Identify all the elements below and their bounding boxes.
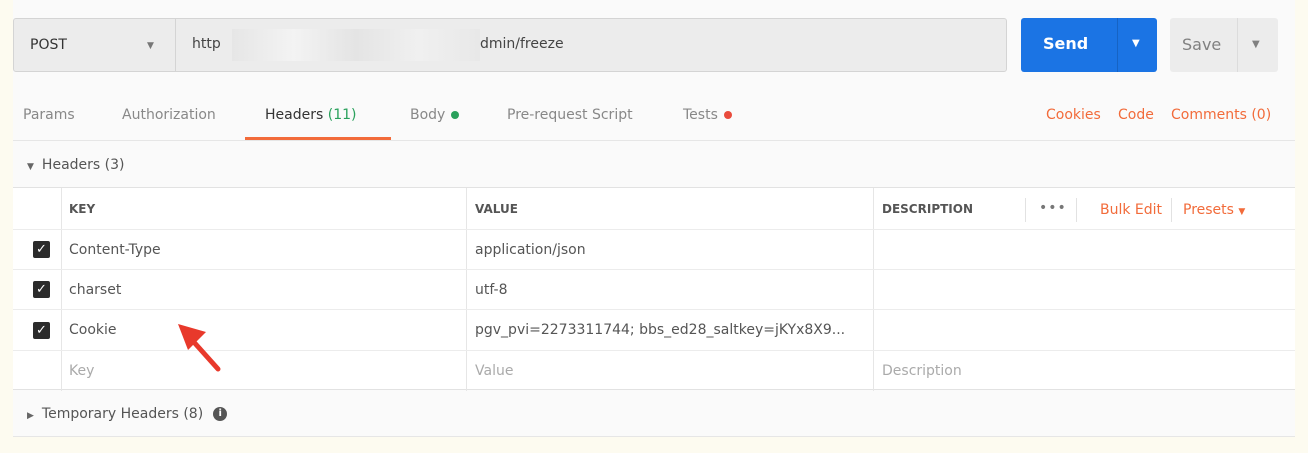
tests-status-dot: [723, 111, 732, 119]
save-button[interactable]: Save ▼: [1170, 18, 1278, 72]
tab-tests[interactable]: Tests: [683, 107, 732, 123]
presets-label: Presets: [1183, 202, 1234, 218]
cookies-link[interactable]: Cookies: [1046, 107, 1101, 123]
request-panel: POST ▼ http dmin/freeze Send ▼ Save ▼ Pa…: [13, 0, 1295, 437]
tab-pre-request-script[interactable]: Pre-request Script: [507, 107, 633, 123]
presets-dropdown[interactable]: Presets ▼: [1183, 202, 1245, 218]
table-row: ✓ charset utf-8: [13, 270, 1295, 310]
tab-params[interactable]: Params: [23, 107, 75, 123]
temporary-headers-title: Temporary Headers (8): [41, 406, 204, 422]
temporary-headers-toggle[interactable]: ▶ Temporary Headers (8) i: [27, 406, 228, 422]
header-description-cell[interactable]: [873, 310, 1295, 350]
new-description-input[interactable]: Description: [873, 351, 1295, 391]
section-divider: [13, 436, 1295, 437]
send-button[interactable]: Send ▼: [1021, 18, 1157, 72]
collapse-triangle-icon: ▼: [27, 162, 34, 172]
header-key-cell[interactable]: Cookie: [61, 310, 466, 350]
tab-headers-label: Headers: [265, 107, 324, 123]
tab-body[interactable]: Body: [410, 107, 460, 123]
column-header-description: DESCRIPTION: [882, 201, 974, 216]
column-header-value: VALUE: [475, 201, 518, 216]
annotation-arrow-icon: [178, 324, 221, 372]
save-divider: [1237, 18, 1238, 72]
tab-headers-count: (11): [327, 107, 357, 123]
request-tabs: Params Authorization Headers (11) Body P…: [13, 95, 1295, 141]
header-key-cell[interactable]: Content-Type: [61, 230, 466, 269]
chevron-down-icon: ▼: [147, 41, 154, 51]
method-select[interactable]: POST ▼: [14, 19, 176, 71]
tab-tests-label: Tests: [683, 107, 718, 123]
save-options-chevron-icon[interactable]: ▼: [1252, 39, 1260, 50]
body-status-dot: [451, 111, 460, 119]
info-icon[interactable]: i: [213, 407, 228, 421]
header-description-cell[interactable]: [873, 270, 1295, 309]
column-header-key: KEY: [69, 201, 96, 216]
url-redaction: [232, 29, 480, 61]
active-tab-underline: [245, 137, 391, 140]
new-value-input[interactable]: Value: [466, 351, 873, 391]
toolbar-separator: [1076, 198, 1077, 222]
more-options-icon[interactable]: •••: [1039, 200, 1067, 216]
header-key-cell[interactable]: charset: [61, 270, 466, 309]
header-value-cell[interactable]: application/json: [466, 230, 873, 269]
bulk-edit-link[interactable]: Bulk Edit: [1100, 202, 1162, 218]
header-description-cell[interactable]: [873, 230, 1295, 269]
header-value-cell[interactable]: utf-8: [466, 270, 873, 309]
send-divider: [1117, 18, 1118, 72]
toolbar-separator: [1171, 198, 1172, 222]
send-label: Send: [1043, 34, 1089, 53]
row-enabled-checkbox[interactable]: ✓: [33, 241, 50, 258]
header-value-cell[interactable]: pgv_pvi=2273311744; bbs_ed28_saltkey=jKY…: [466, 310, 873, 350]
url-input-tail[interactable]: dmin/freeze: [480, 36, 564, 52]
tab-body-label: Body: [410, 107, 446, 123]
headers-section-toggle[interactable]: ▼ Headers (3): [27, 157, 124, 173]
tab-authorization[interactable]: Authorization: [122, 107, 216, 123]
row-enabled-checkbox[interactable]: ✓: [33, 281, 50, 298]
presets-chevron-down-icon: ▼: [1238, 207, 1246, 217]
new-key-input[interactable]: Key: [61, 351, 466, 391]
method-label: POST: [30, 37, 67, 53]
headers-section-title: Headers (3): [41, 157, 125, 173]
comments-link[interactable]: Comments (0): [1171, 107, 1271, 123]
save-label: Save: [1182, 35, 1222, 54]
url-input[interactable]: http: [192, 36, 221, 52]
code-link[interactable]: Code: [1118, 107, 1154, 123]
table-row: ✓ Content-Type application/json: [13, 230, 1295, 270]
send-options-chevron-icon[interactable]: ▼: [1132, 38, 1140, 49]
toolbar-separator: [1025, 198, 1026, 222]
expand-triangle-icon: ▶: [27, 411, 34, 421]
request-bar: POST ▼ http dmin/freeze: [13, 18, 1007, 72]
tab-headers[interactable]: Headers (11): [265, 107, 356, 123]
table-header-row: KEY VALUE DESCRIPTION ••• Bulk Edit Pres…: [13, 188, 1295, 230]
row-enabled-checkbox[interactable]: ✓: [33, 322, 50, 339]
